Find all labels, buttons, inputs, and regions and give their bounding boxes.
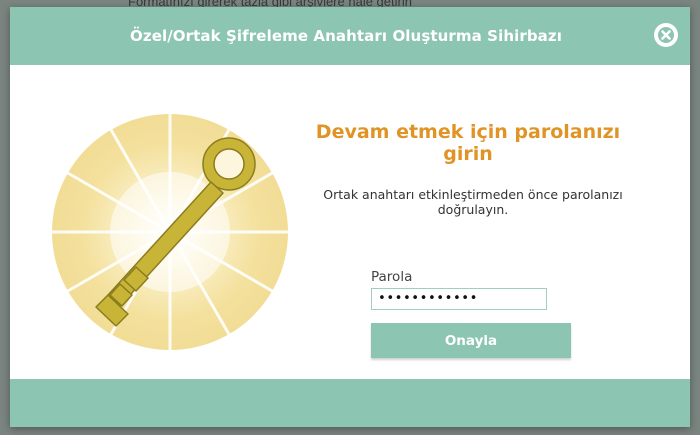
close-x-icon: [658, 27, 674, 43]
dialog-title: Özel/Ortak Şifreleme Anahtarı Oluşturma …: [130, 27, 562, 45]
key-icon: [50, 112, 290, 352]
close-button[interactable]: [654, 23, 678, 47]
dialog-heading: Devam etmek için parolanızı girin: [315, 121, 621, 165]
password-field[interactable]: ••••••••••••: [371, 288, 547, 310]
confirm-button[interactable]: Onayla: [371, 323, 571, 358]
dialog-header: Özel/Ortak Şifreleme Anahtarı Oluşturma …: [10, 7, 690, 65]
password-label: Parola: [371, 269, 413, 285]
dialog-footer: [10, 379, 690, 427]
dialog-description: Ortak anahtarı etkinleştirmeden önce par…: [323, 187, 623, 217]
wizard-dialog: Özel/Ortak Şifreleme Anahtarı Oluşturma …: [10, 7, 690, 427]
